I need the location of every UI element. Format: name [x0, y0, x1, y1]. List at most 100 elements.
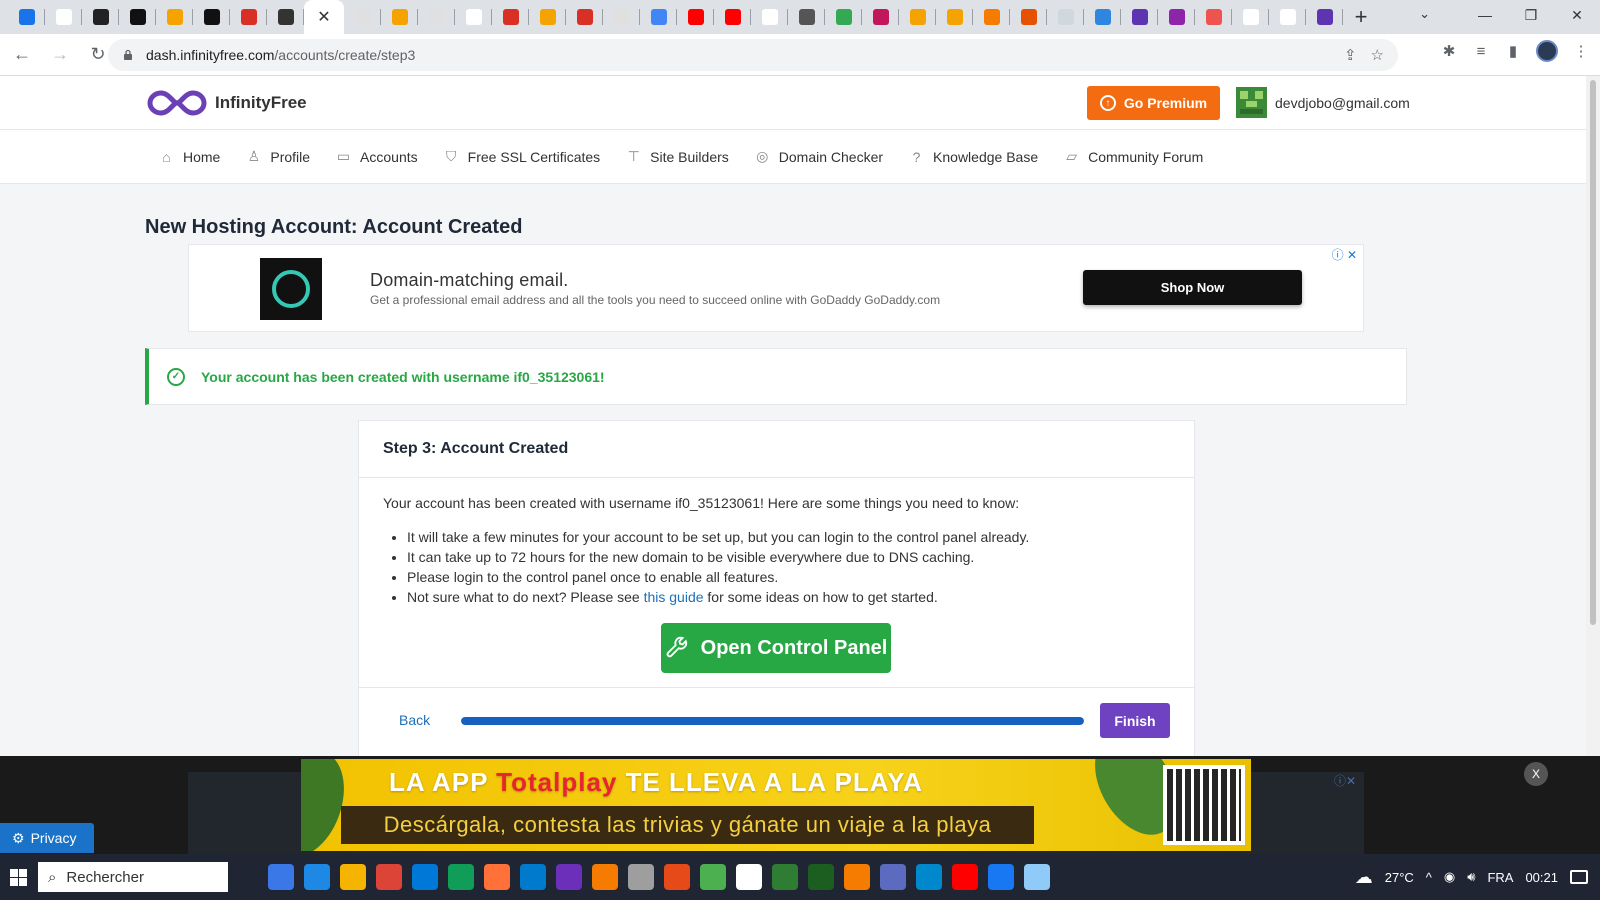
- browser-tab[interactable]: [714, 0, 751, 34]
- taskbar-app-icon[interactable]: [484, 864, 510, 890]
- nav-item-site-builders[interactable]: ⊤ Site Builders: [625, 148, 729, 165]
- this-guide-link[interactable]: this guide: [644, 589, 704, 605]
- browser-tab[interactable]: [899, 0, 936, 34]
- menu-kebab-icon[interactable]: ⋮: [1572, 42, 1590, 60]
- profile-avatar[interactable]: [1536, 40, 1558, 62]
- browser-tab[interactable]: [529, 0, 566, 34]
- taskbar-app-icon[interactable]: [844, 864, 870, 890]
- browser-tab[interactable]: [603, 0, 640, 34]
- taskbar-app-icon[interactable]: [628, 864, 654, 890]
- totalplay-banner[interactable]: LA APP Totalplay TE LLEVA A LA PLAYA Des…: [301, 759, 1251, 851]
- browser-tab[interactable]: [1047, 0, 1084, 34]
- browser-tab[interactable]: [455, 0, 492, 34]
- browser-tab[interactable]: [973, 0, 1010, 34]
- taskbar-app-icon[interactable]: [916, 864, 942, 890]
- taskbar-app-icon[interactable]: [556, 864, 582, 890]
- nav-item-knowledge-base[interactable]: ? Knowledge Base: [908, 148, 1038, 165]
- taskbar-app-icon[interactable]: [736, 864, 762, 890]
- browser-tab[interactable]: [1084, 0, 1121, 34]
- restore-icon[interactable]: ❐: [1508, 0, 1554, 30]
- reading-list-icon[interactable]: ≡: [1472, 43, 1490, 60]
- taskbar-app-icon[interactable]: [340, 864, 366, 890]
- tab-search-icon[interactable]: ⌄: [1419, 6, 1430, 22]
- close-ad-button[interactable]: X: [1524, 762, 1548, 786]
- taskbar-app-icon[interactable]: [592, 864, 618, 890]
- minimize-icon[interactable]: —: [1462, 0, 1508, 30]
- ad-choices-icon[interactable]: ⓘ✕: [1334, 772, 1356, 789]
- browser-tab[interactable]: [267, 0, 304, 34]
- nav-item-community-forum[interactable]: ▱ Community Forum: [1063, 148, 1203, 165]
- taskbar-app-icon[interactable]: [448, 864, 474, 890]
- browser-tab[interactable]: [1195, 0, 1232, 34]
- back-button[interactable]: Back: [399, 712, 430, 728]
- browser-tab[interactable]: [193, 0, 230, 34]
- browser-tab[interactable]: [640, 0, 677, 34]
- nav-item-free-ssl-certificates[interactable]: ⛉ Free SSL Certificates: [443, 148, 600, 165]
- wifi-icon[interactable]: ◉: [1444, 869, 1455, 885]
- browser-tab[interactable]: [45, 0, 82, 34]
- nav-item-profile[interactable]: ♙ Profile: [245, 148, 310, 165]
- temperature[interactable]: 27°C: [1385, 870, 1414, 885]
- taskbar-app-icon[interactable]: [772, 864, 798, 890]
- browser-tab[interactable]: [1232, 0, 1269, 34]
- taskbar-app-icon[interactable]: [952, 864, 978, 890]
- browser-tab[interactable]: [8, 0, 45, 34]
- browser-tab[interactable]: [1121, 0, 1158, 34]
- browser-tab[interactable]: [1306, 0, 1343, 34]
- browser-tab[interactable]: [492, 0, 529, 34]
- finish-button[interactable]: Finish: [1100, 703, 1170, 738]
- taskbar-app-icon[interactable]: [808, 864, 834, 890]
- language-indicator[interactable]: FRA: [1487, 870, 1513, 885]
- notifications-icon[interactable]: [1570, 870, 1588, 884]
- share-icon[interactable]: ⇪: [1344, 46, 1357, 64]
- infinityfree-logo[interactable]: InfinityFree: [145, 87, 307, 119]
- clock[interactable]: 00:21: [1525, 870, 1558, 885]
- taskbar-app-icon[interactable]: [304, 864, 330, 890]
- browser-tab[interactable]: [82, 0, 119, 34]
- taskbar-app-icon[interactable]: [412, 864, 438, 890]
- back-arrow-icon[interactable]: ←: [6, 39, 38, 71]
- browser-tab[interactable]: [862, 0, 899, 34]
- browser-tab[interactable]: [230, 0, 267, 34]
- browser-tab[interactable]: [1269, 0, 1306, 34]
- close-tab-icon[interactable]: ✕: [317, 7, 330, 27]
- taskbar-app-icon[interactable]: [376, 864, 402, 890]
- ad-choices-icon[interactable]: ⓘ ✕: [1332, 246, 1357, 263]
- nav-item-domain-checker[interactable]: ◎ Domain Checker: [754, 148, 883, 165]
- volume-icon[interactable]: 🔊︎: [1467, 869, 1475, 885]
- new-tab-icon[interactable]: +: [1343, 0, 1379, 34]
- active-browser-tab[interactable]: ✕: [304, 0, 344, 34]
- browser-tab[interactable]: [936, 0, 973, 34]
- weather-cloud-icon[interactable]: ☁: [1355, 867, 1373, 888]
- taskbar-app-icon[interactable]: [880, 864, 906, 890]
- browser-tab[interactable]: [677, 0, 714, 34]
- browser-tab[interactable]: [825, 0, 862, 34]
- extensions-icon[interactable]: ✱: [1440, 42, 1458, 60]
- browser-tab[interactable]: [1158, 0, 1195, 34]
- taskbar-app-icon[interactable]: [664, 864, 690, 890]
- taskbar-app-icon[interactable]: [1024, 864, 1050, 890]
- nav-item-home[interactable]: ⌂ Home: [158, 148, 220, 165]
- side-panel-icon[interactable]: ▮: [1504, 42, 1522, 60]
- privacy-button[interactable]: ⚙ Privacy: [0, 823, 94, 853]
- browser-tab[interactable]: [381, 0, 418, 34]
- browser-tab[interactable]: [119, 0, 156, 34]
- browser-tab[interactable]: [418, 0, 455, 34]
- browser-tab[interactable]: [156, 0, 193, 34]
- browser-tab[interactable]: [751, 0, 788, 34]
- taskbar-search[interactable]: ⌕ Rechercher: [38, 862, 228, 892]
- taskbar-app-icon[interactable]: [988, 864, 1014, 890]
- taskbar-app-icon[interactable]: [268, 864, 294, 890]
- scrollbar-thumb[interactable]: [1590, 80, 1596, 625]
- forward-arrow-icon[interactable]: →: [44, 39, 76, 71]
- browser-tab[interactable]: [566, 0, 603, 34]
- windows-start-icon[interactable]: [0, 854, 36, 900]
- nav-item-accounts[interactable]: ▭ Accounts: [335, 148, 418, 165]
- page-scrollbar[interactable]: [1586, 76, 1600, 756]
- close-window-icon[interactable]: ✕: [1554, 0, 1600, 30]
- browser-tab[interactable]: [1010, 0, 1047, 34]
- open-control-panel-button[interactable]: Open Control Panel: [661, 623, 891, 673]
- taskbar-app-icon[interactable]: [700, 864, 726, 890]
- browser-tab[interactable]: [788, 0, 825, 34]
- go-premium-button[interactable]: ↑ Go Premium: [1087, 86, 1220, 120]
